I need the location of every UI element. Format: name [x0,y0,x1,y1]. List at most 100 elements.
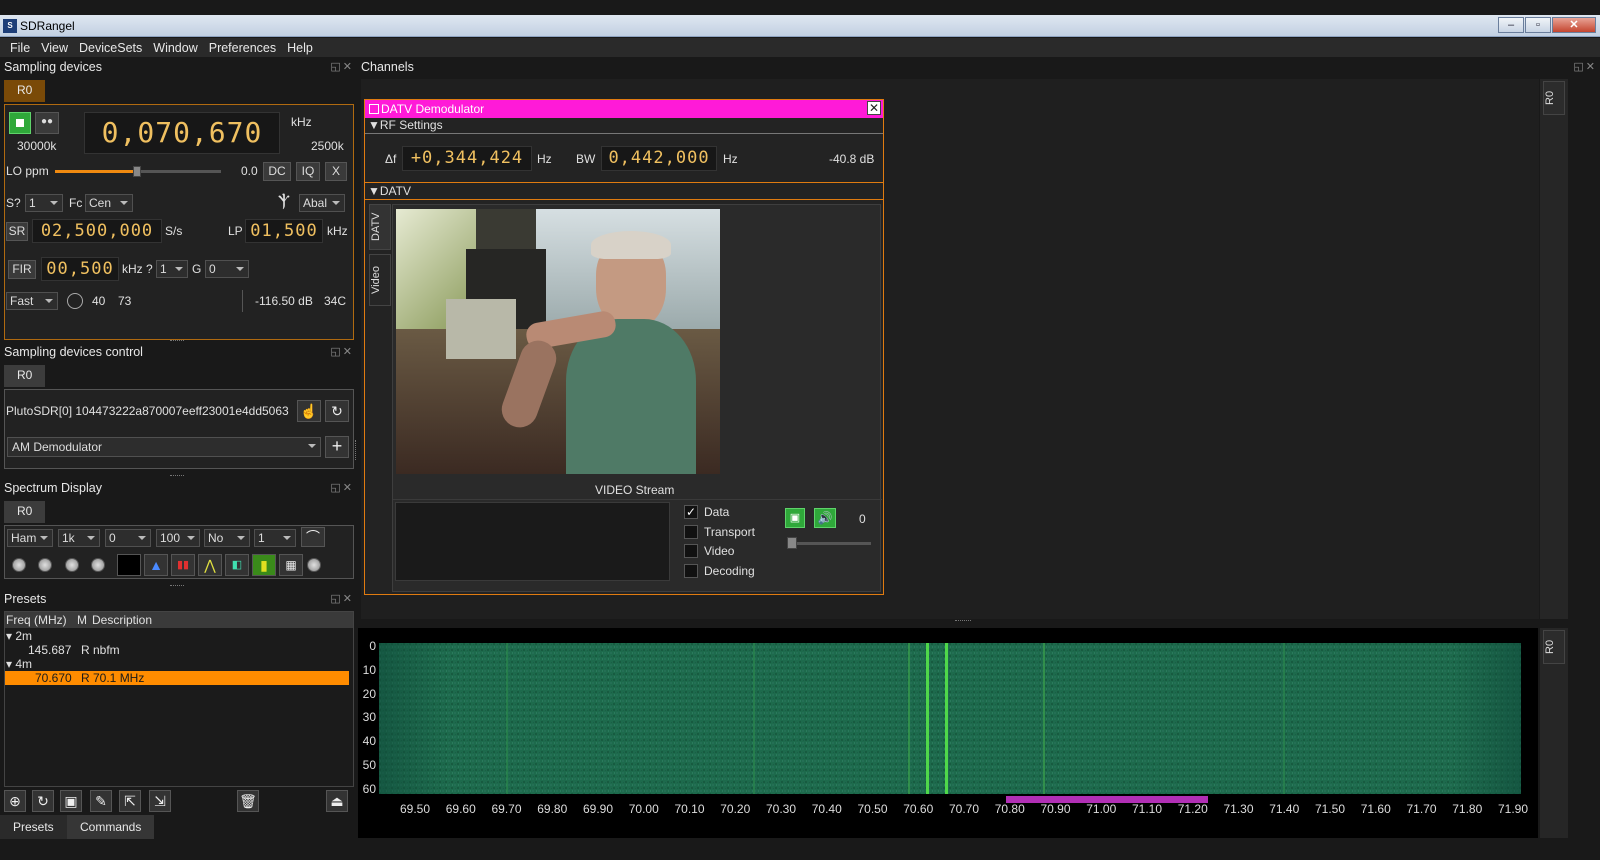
minimize-button[interactable]: ‒ [1498,17,1524,33]
data-checkbox[interactable]: ✓ [684,505,698,519]
stroke-knob-icon[interactable] [38,558,52,572]
menu-help[interactable]: Help [287,41,313,55]
curve-icon[interactable]: ⌒ [301,527,325,547]
group-4m[interactable]: ▾ 4m [6,657,32,671]
datv-title-bar[interactable]: DATV Demodulator ✕ [365,100,883,118]
persistence-knob-icon[interactable] [65,558,79,572]
tab-r0-channels[interactable]: R0 [1543,81,1565,115]
dock-float-close-icon[interactable]: ◱✕ [330,481,354,494]
hand-icon[interactable]: ☝ [297,400,321,422]
window-combo[interactable]: Ham [7,529,53,547]
export-icon[interactable]: ⇱ [119,790,141,812]
menu-devicesets[interactable]: DeviceSets [79,41,142,55]
channel-select[interactable]: AM Demodulator [7,437,321,457]
ref-level-combo[interactable]: 0 [105,529,151,547]
fft-size-combo[interactable]: 1k [58,529,100,547]
maximize-button[interactable]: ▫ [1525,17,1551,33]
dock-float-close-icon[interactable]: ◱✕ [1573,60,1597,73]
averaging-combo[interactable]: No [204,529,250,547]
waterfall-icon[interactable]: ▲ [144,554,168,576]
tab-presets[interactable]: Presets [0,815,67,839]
sr-button[interactable]: SR [6,222,28,241]
menu-preferences[interactable]: Preferences [209,41,276,55]
bw-dial[interactable]: 0,442,000 [601,146,717,171]
datv-roll-icon[interactable] [369,104,379,114]
save-icon[interactable]: ▣ [60,790,82,812]
fc-combo[interactable]: Cen [85,194,133,212]
histogram-icon[interactable]: ▮▮ [171,554,195,576]
splitter-handle[interactable] [955,620,971,622]
grid-intensity-knob-icon[interactable] [307,558,321,572]
rf-settings-section[interactable]: ▼RF Settings [368,118,443,132]
list-item-selected[interactable]: 70.670 R 70.1 MHz [5,671,349,685]
update-preset-icon[interactable]: ↻ [32,790,54,812]
menu-view[interactable]: View [41,41,68,55]
menu-file[interactable]: File [10,41,30,55]
decoding-checkbox[interactable] [684,564,698,578]
max-hold-icon[interactable]: ⋀ [198,554,222,576]
menu-window[interactable]: Window [153,41,197,55]
tab-commands[interactable]: Commands [67,815,155,839]
header-freq[interactable]: Freq (MHz) [6,613,67,627]
load-icon[interactable]: ⏏ [326,790,348,812]
dc-button[interactable]: DC [263,162,291,181]
spectrum-waterfall[interactable]: 0 10 20 30 40 50 60 69.50 69.60 69.70 69.80 69.90 7… [358,628,1538,838]
speaker-icon[interactable]: 🔊 [814,508,836,528]
splitter-handle[interactable] [170,475,184,477]
header-mode[interactable]: M [77,613,87,627]
fullscreen-icon[interactable]: ▣ [785,508,805,528]
range-combo[interactable]: 100 [156,529,200,547]
tab-r0-spectrum[interactable]: R0 [4,501,46,523]
dock-float-close-icon[interactable]: ◱✕ [330,345,354,358]
background-icon[interactable] [117,554,141,576]
averaging-count-combo[interactable]: 1 [254,529,296,547]
splitter-handle[interactable] [170,340,184,342]
splitter-handle[interactable] [170,585,184,587]
group-2m[interactable]: ▾ 2m [6,629,32,643]
tab-datv[interactable]: DATV [369,204,391,250]
header-description[interactable]: Description [92,613,152,627]
gain-mode-combo[interactable]: Fast [6,292,58,310]
dock-float-close-icon[interactable]: ◱✕ [330,60,354,73]
decay-knob-icon[interactable] [12,558,26,572]
iq-button[interactable]: IQ [296,162,320,181]
list-item[interactable]: 145.687 R nbfm [5,643,353,657]
antenna-combo[interactable]: Abal [299,194,345,212]
gain-dial-icon[interactable] [67,293,83,309]
record-icon[interactable]: ●● [35,112,59,134]
tab-r0-control[interactable]: R0 [4,365,46,387]
vertical-splitter[interactable] [355,440,357,460]
tab-r0-devices[interactable]: R0 [4,80,46,102]
q-combo[interactable]: 1 [156,260,188,278]
grid-knob-icon[interactable] [91,558,105,572]
add-preset-icon[interactable]: ⊕ [4,790,26,812]
lo-ppm-slider[interactable] [55,166,221,177]
transport-checkbox[interactable] [684,525,698,539]
add-channel-icon[interactable]: + [325,436,349,458]
start-stop-button[interactable] [9,112,31,134]
fir-button[interactable]: FIR [8,260,36,279]
tab-r0-spectrum-side[interactable]: R0 [1543,630,1565,664]
lowpass-dial[interactable]: 01,500 [245,219,323,243]
dock-float-close-icon[interactable]: ◱✕ [330,592,354,605]
video-checkbox[interactable] [684,544,698,558]
x-button[interactable]: X [325,162,347,181]
datv-section[interactable]: ▼DATV [368,184,411,198]
g-combo[interactable]: 0 [205,260,249,278]
datv-close-icon[interactable]: ✕ [867,101,881,115]
color-map-icon[interactable]: ▮ [252,554,276,576]
s-combo[interactable]: 1 [25,194,63,212]
fir-dial[interactable]: 00,500 [41,257,119,281]
invert-icon[interactable]: ◧ [225,554,249,576]
grid-icon[interactable]: ▦ [279,554,303,576]
close-button[interactable]: ✕ [1552,17,1596,33]
delete-icon[interactable]: 🗑 [237,790,259,812]
import-icon[interactable]: ⇲ [149,790,171,812]
reload-icon[interactable]: ↻ [325,400,349,422]
volume-slider[interactable] [787,537,871,549]
delta-f-dial[interactable]: +0,344,424 [402,146,532,171]
center-frequency-dial[interactable]: 0,070,670 [84,112,280,154]
edit-icon[interactable]: ✎ [90,790,112,812]
sample-rate-dial[interactable]: 02,500,000 [32,219,162,243]
tab-video[interactable]: Video [369,254,391,306]
